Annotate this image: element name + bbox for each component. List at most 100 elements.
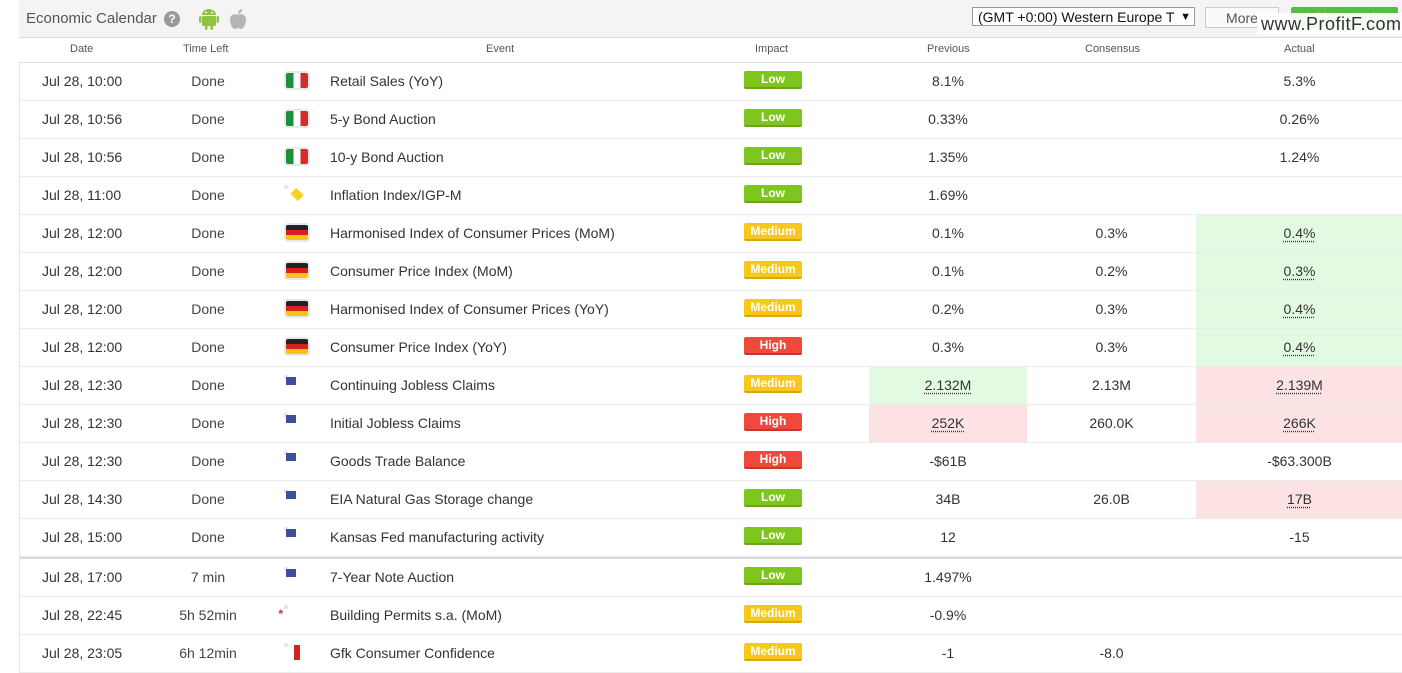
event-actual: 5.3% [1196, 63, 1402, 100]
impact-badge: High [744, 337, 802, 355]
table-row[interactable]: Jul 28, 12:00 Done Harmonised Index of Con… [20, 291, 1402, 329]
flag-de-icon [286, 263, 308, 278]
table-row[interactable]: Jul 28, 17:00 7 min 7-Year Note Auction Low… [20, 557, 1402, 597]
col-consensus[interactable]: Consensus [1085, 43, 1140, 55]
event-name[interactable]: Consumer Price Index (MoM) [330, 253, 513, 290]
event-consensus: 0.3% [1028, 329, 1195, 366]
impact-badge: Low [744, 71, 802, 89]
flag-it-icon [286, 111, 308, 126]
event-name[interactable]: Kansas Fed manufacturing activity [330, 519, 544, 556]
event-time-left: 6h 12min [168, 635, 248, 672]
impact-badge: Medium [744, 375, 802, 393]
event-name[interactable]: Retail Sales (YoY) [330, 63, 443, 100]
flag-it-icon [286, 73, 308, 88]
event-actual: 2.139M [1196, 367, 1402, 404]
event-name[interactable]: Initial Jobless Claims [330, 405, 461, 442]
event-actual: -15 [1196, 519, 1402, 556]
event-previous: 34B [869, 481, 1027, 518]
col-time-left[interactable]: Time Left [183, 43, 228, 55]
event-time-left: Done [168, 63, 248, 100]
apple-icon[interactable] [229, 8, 247, 30]
event-time-left: Done [168, 443, 248, 480]
actual-value[interactable]: 2.139M [1276, 377, 1323, 393]
col-date[interactable]: Date [70, 43, 93, 55]
table-row[interactable]: Jul 28, 12:00 Done Consumer Price Index (Y… [20, 329, 1402, 367]
event-time-left: Done [168, 329, 248, 366]
table-row[interactable]: Jul 28, 12:30 Done Goods Trade Balance High… [20, 443, 1402, 481]
event-consensus [1028, 101, 1195, 138]
help-icon[interactable]: ? [164, 11, 180, 27]
event-date: Jul 28, 12:30 [42, 405, 122, 442]
event-actual: -$63.300B [1196, 443, 1402, 480]
event-name[interactable]: Consumer Price Index (YoY) [330, 329, 507, 366]
event-date: Jul 28, 10:56 [42, 139, 122, 176]
event-name[interactable]: 7-Year Note Auction [330, 559, 454, 596]
impact-badge: Low [744, 527, 802, 545]
event-name[interactable]: EIA Natural Gas Storage change [330, 481, 533, 518]
event-name[interactable]: Inflation Index/IGP-M [330, 177, 462, 214]
col-event[interactable]: Event [486, 43, 514, 55]
event-date: Jul 28, 14:30 [42, 481, 122, 518]
event-name[interactable]: Continuing Jobless Claims [330, 367, 495, 404]
event-actual: 0.4% [1196, 329, 1402, 366]
table-row[interactable]: Jul 28, 10:56 Done 10-y Bond Auction Low 1.3… [20, 139, 1402, 177]
table-row[interactable]: Jul 28, 10:00 Done Retail Sales (YoY) Low 8.… [20, 63, 1402, 101]
event-actual: 0.4% [1196, 291, 1402, 328]
actual-value[interactable]: 0.4% [1284, 339, 1316, 355]
table-row[interactable]: Jul 28, 12:00 Done Harmonised Index of Con… [20, 215, 1402, 253]
event-actual [1196, 597, 1402, 634]
previous-value: 8.1% [932, 73, 964, 89]
event-actual [1196, 177, 1402, 214]
actual-value[interactable]: 0.4% [1284, 225, 1316, 241]
col-previous[interactable]: Previous [927, 43, 970, 55]
actual-value[interactable]: 0.3% [1284, 263, 1316, 279]
event-name[interactable]: Harmonised Index of Consumer Prices (YoY… [330, 291, 609, 328]
event-time-left: Done [168, 519, 248, 556]
event-consensus [1028, 443, 1195, 480]
previous-value[interactable]: 252K [932, 415, 965, 431]
event-date: Jul 28, 22:45 [42, 597, 122, 634]
table-row[interactable]: Jul 28, 12:30 Done Continuing Jobless Clai… [20, 367, 1402, 405]
table-header: Date Time Left Event Impact Previous Con… [19, 38, 1402, 63]
previous-value: 34B [936, 491, 961, 507]
table-row[interactable]: Jul 28, 12:30 Done Initial Jobless Claims H… [20, 405, 1402, 443]
actual-value[interactable]: 17B [1287, 491, 1312, 507]
event-time-left: Done [168, 367, 248, 404]
timezone-select[interactable]: (GMT +0:00) Western Europe T ▼ [972, 7, 1195, 26]
impact-badge: Medium [744, 261, 802, 279]
event-date: Jul 28, 12:00 [42, 215, 122, 252]
actual-value[interactable]: 0.4% [1284, 301, 1316, 317]
table-row[interactable]: Jul 28, 22:45 5h 52min Building Permits s.… [20, 597, 1402, 635]
event-name[interactable]: Goods Trade Balance [330, 443, 465, 480]
event-name[interactable]: 5-y Bond Auction [330, 101, 436, 138]
table-row[interactable]: Jul 28, 11:00 Done Inflation Index/IGP-M Lo… [20, 177, 1402, 215]
table-row[interactable]: Jul 28, 14:30 Done EIA Natural Gas Storage… [20, 481, 1402, 519]
col-impact[interactable]: Impact [755, 43, 788, 55]
table-row[interactable]: Jul 28, 15:00 Done Kansas Fed manufacturin… [20, 519, 1402, 557]
previous-value[interactable]: 2.132M [925, 377, 972, 393]
event-actual: 17B [1196, 481, 1402, 518]
event-consensus [1028, 177, 1195, 214]
impact-badge: Low [744, 567, 802, 585]
event-previous: 0.3% [869, 329, 1027, 366]
actual-value[interactable]: 266K [1283, 415, 1316, 431]
event-name[interactable]: Building Permits s.a. (MoM) [330, 597, 502, 634]
event-previous: -1 [869, 635, 1027, 672]
table-row[interactable]: Jul 28, 10:56 Done 5-y Bond Auction Low 0.33… [20, 101, 1402, 139]
event-previous: 1.35% [869, 139, 1027, 176]
col-actual[interactable]: Actual [1284, 43, 1315, 55]
android-icon[interactable] [199, 8, 219, 30]
event-consensus: 2.13M [1028, 367, 1195, 404]
event-previous: 0.1% [869, 253, 1027, 290]
impact-badge: Low [744, 147, 802, 165]
event-actual: 0.4% [1196, 215, 1402, 252]
table-row[interactable]: Jul 28, 12:00 Done Consumer Price Index (M… [20, 253, 1402, 291]
actual-value: -15 [1289, 529, 1309, 545]
actual-value: 5.3% [1284, 73, 1316, 89]
event-date: Jul 28, 12:30 [42, 443, 122, 480]
table-row[interactable]: Jul 28, 23:05 6h 12min Gfk Consumer Confid… [20, 635, 1402, 673]
event-name[interactable]: Gfk Consumer Confidence [330, 635, 495, 672]
event-previous: 0.33% [869, 101, 1027, 138]
event-name[interactable]: Harmonised Index of Consumer Prices (MoM… [330, 215, 615, 252]
event-name[interactable]: 10-y Bond Auction [330, 139, 444, 176]
